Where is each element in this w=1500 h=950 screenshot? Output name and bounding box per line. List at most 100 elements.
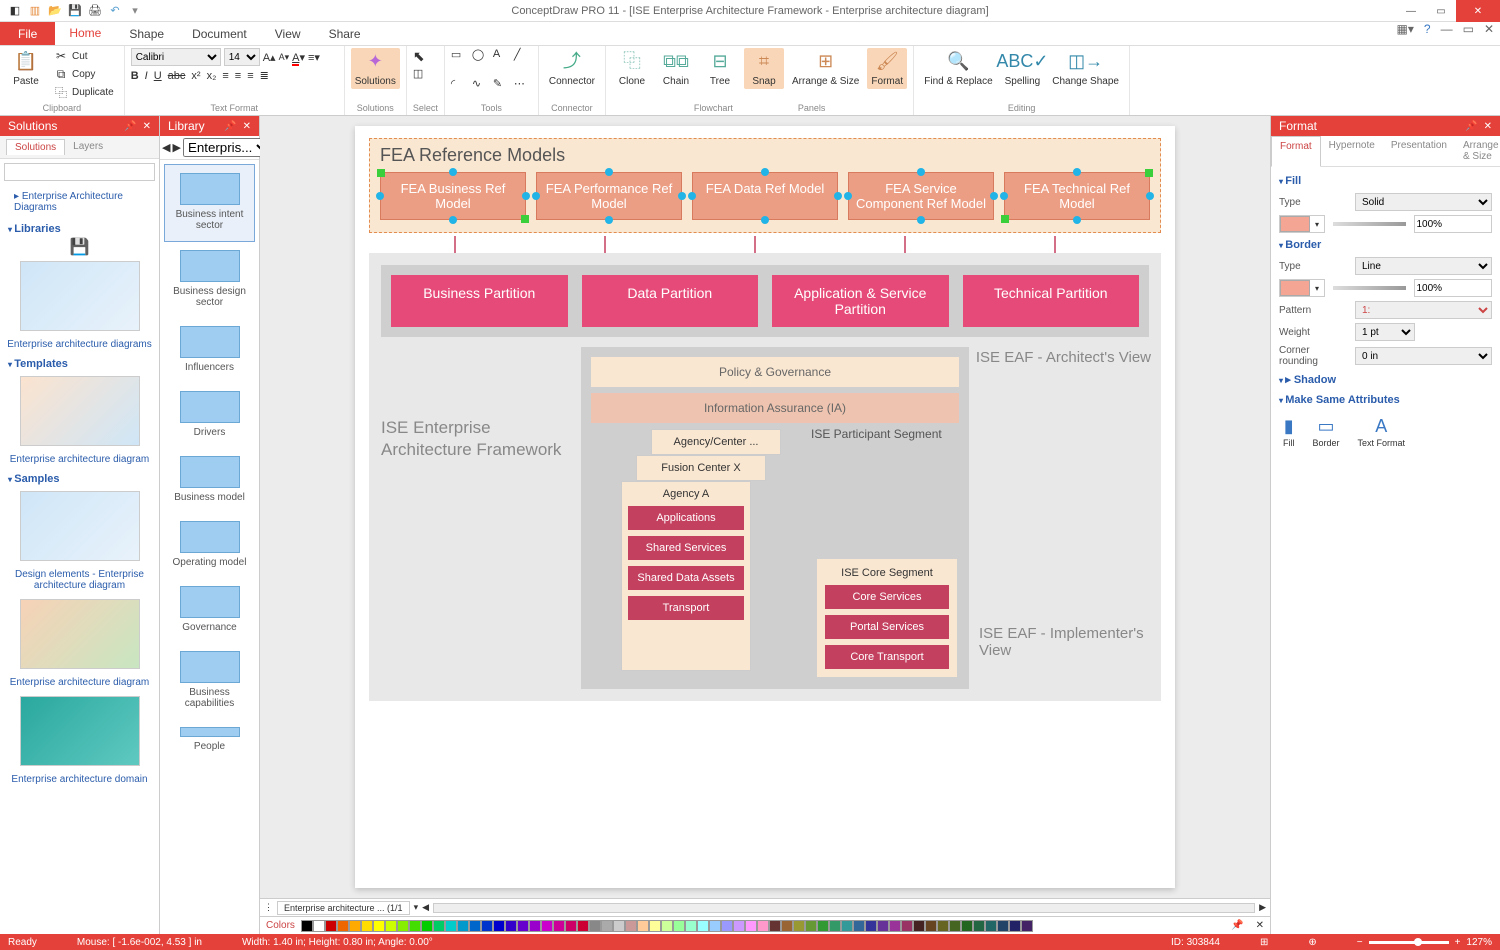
corner-select[interactable]: 0 in: [1355, 347, 1492, 365]
pin-icon[interactable]: 📌: [124, 121, 136, 132]
lib-item-0[interactable]: Business intent sector: [164, 164, 255, 242]
open-icon[interactable]: 📂: [48, 4, 62, 18]
customize-qat-icon[interactable]: ▾: [128, 4, 142, 18]
pen-tool-icon[interactable]: ✎: [493, 77, 511, 90]
line-tool-icon[interactable]: ╱: [514, 48, 532, 61]
paste-button[interactable]: 📋 Paste: [6, 48, 46, 89]
card-btn-3[interactable]: Transport: [628, 596, 744, 620]
color-swatch[interactable]: [493, 920, 505, 932]
cut-button[interactable]: ✂Cut: [50, 48, 118, 64]
template-thumbnail[interactable]: [20, 376, 140, 446]
lib-item-7[interactable]: Business capabilities: [164, 643, 255, 719]
color-swatch[interactable]: [841, 920, 853, 932]
color-swatch[interactable]: [697, 920, 709, 932]
lib-item-2[interactable]: Influencers: [164, 318, 255, 383]
copy-button[interactable]: ⧉Copy: [50, 66, 118, 82]
color-swatch[interactable]: [877, 920, 889, 932]
lasso-tool-icon[interactable]: ◫: [413, 67, 423, 80]
library-thumbnail[interactable]: [20, 261, 140, 331]
child-close-icon[interactable]: ✕: [1484, 22, 1494, 36]
color-swatch[interactable]: [793, 920, 805, 932]
partition-3[interactable]: Technical Partition: [963, 275, 1140, 327]
fill-color-picker[interactable]: ▾: [1279, 215, 1325, 233]
shrink-font-icon[interactable]: A▾: [279, 52, 290, 63]
fill-opacity-slider[interactable]: [1333, 222, 1406, 226]
underline-button[interactable]: U: [154, 70, 162, 82]
file-tab[interactable]: File: [0, 22, 55, 45]
color-swatch[interactable]: [457, 920, 469, 932]
color-swatch[interactable]: [337, 920, 349, 932]
minimize-button[interactable]: —: [1396, 0, 1426, 22]
ellipse-tool-icon[interactable]: ◯: [472, 48, 490, 61]
color-swatch[interactable]: [1021, 920, 1033, 932]
fea-box-1[interactable]: FEA Performance Ref Model: [536, 172, 682, 220]
undo-icon[interactable]: ↶: [108, 4, 122, 18]
color-swatch[interactable]: [961, 920, 973, 932]
card-btn-1[interactable]: Shared Services: [628, 536, 744, 560]
sample2-thumbnail[interactable]: [20, 599, 140, 669]
rect-tool-icon[interactable]: ▭: [451, 48, 469, 61]
status-icon-1[interactable]: ⊞: [1260, 937, 1268, 948]
color-swatch[interactable]: [325, 920, 337, 932]
new-icon[interactable]: ▥: [28, 4, 42, 18]
color-swatch[interactable]: [577, 920, 589, 932]
color-swatch[interactable]: [421, 920, 433, 932]
print-icon[interactable]: 🖨: [88, 4, 102, 18]
color-swatch[interactable]: [601, 920, 613, 932]
color-swatch[interactable]: [613, 920, 625, 932]
fill-section-header[interactable]: Fill: [1279, 171, 1492, 191]
bold-button[interactable]: B: [131, 70, 139, 82]
solutions-search-input[interactable]: [4, 163, 155, 181]
clone-button[interactable]: ⿻Clone: [612, 48, 652, 89]
color-swatch[interactable]: [733, 920, 745, 932]
core-btn-2[interactable]: Core Transport: [825, 645, 949, 669]
border-section-header[interactable]: Border: [1279, 235, 1492, 255]
pin-icon[interactable]: 📌: [224, 121, 236, 132]
color-swatch[interactable]: [661, 920, 673, 932]
lib-item-5[interactable]: Operating model: [164, 513, 255, 578]
card-0[interactable]: Agency A Applications Shared Services Sh…: [621, 481, 751, 671]
font-size-select[interactable]: 14: [224, 48, 260, 66]
core-segment[interactable]: ISE Core Segment Core Services Portal Se…: [817, 559, 957, 677]
valign-icon[interactable]: ≣: [260, 69, 269, 82]
color-swatch[interactable]: [865, 920, 877, 932]
solutions-button[interactable]: ✦ Solutions: [351, 48, 400, 89]
child-restore-icon[interactable]: ▭: [1463, 22, 1474, 36]
format-button[interactable]: 🖌Format: [867, 48, 907, 89]
page-tab[interactable]: Enterprise architecture ... (1/1: [277, 901, 410, 915]
child-minimize-icon[interactable]: —: [1441, 22, 1453, 36]
lib-prev-icon[interactable]: ◀: [162, 141, 170, 154]
lower-block[interactable]: Business Partition Data Partition Applic…: [369, 253, 1161, 701]
color-swatch[interactable]: [361, 920, 373, 932]
template-item[interactable]: Enterprise architecture diagram: [4, 450, 155, 469]
lib-item-4[interactable]: Business model: [164, 448, 255, 513]
pin-icon[interactable]: 📌: [1465, 121, 1477, 132]
close-button[interactable]: ✕: [1456, 0, 1500, 22]
color-swatch[interactable]: [637, 920, 649, 932]
document-canvas[interactable]: FEA Reference Models FEA Business Ref Mo…: [355, 126, 1175, 888]
page-tab-menu-icon[interactable]: ⋮: [264, 902, 273, 913]
color-swatch[interactable]: [973, 920, 985, 932]
font-select[interactable]: Calibri: [131, 48, 221, 66]
core-btn-1[interactable]: Portal Services: [825, 615, 949, 639]
zoom-control[interactable]: − + 127%: [1357, 937, 1492, 948]
fea-container[interactable]: FEA Reference Models FEA Business Ref Mo…: [369, 138, 1161, 233]
strike-button[interactable]: abc: [168, 70, 186, 82]
subscript-button[interactable]: x₂: [207, 70, 217, 82]
tab-view[interactable]: View: [261, 22, 315, 45]
zoom-out-icon[interactable]: −: [1357, 937, 1363, 948]
align-right-icon[interactable]: ≡: [247, 70, 253, 82]
spelling-button[interactable]: ABC✓Spelling: [1001, 48, 1045, 89]
sample1-thumbnail[interactable]: [20, 491, 140, 561]
save-library-icon[interactable]: 💾: [70, 239, 90, 256]
tree-button[interactable]: ⊟Tree: [700, 48, 740, 89]
fmt-tab-hypernote[interactable]: Hypernote: [1321, 136, 1383, 166]
fea-box-4[interactable]: FEA Technical Ref Model: [1004, 172, 1150, 220]
policy-bar[interactable]: Policy & Governance: [591, 357, 959, 387]
color-swatch[interactable]: [1009, 920, 1021, 932]
save-icon[interactable]: 💾: [68, 4, 82, 18]
scroll-left-icon[interactable]: ◀: [422, 902, 429, 913]
more-tool-icon[interactable]: ⋯: [514, 77, 532, 90]
msa-border-button[interactable]: ▭Border: [1313, 416, 1340, 449]
color-swatch[interactable]: [589, 920, 601, 932]
